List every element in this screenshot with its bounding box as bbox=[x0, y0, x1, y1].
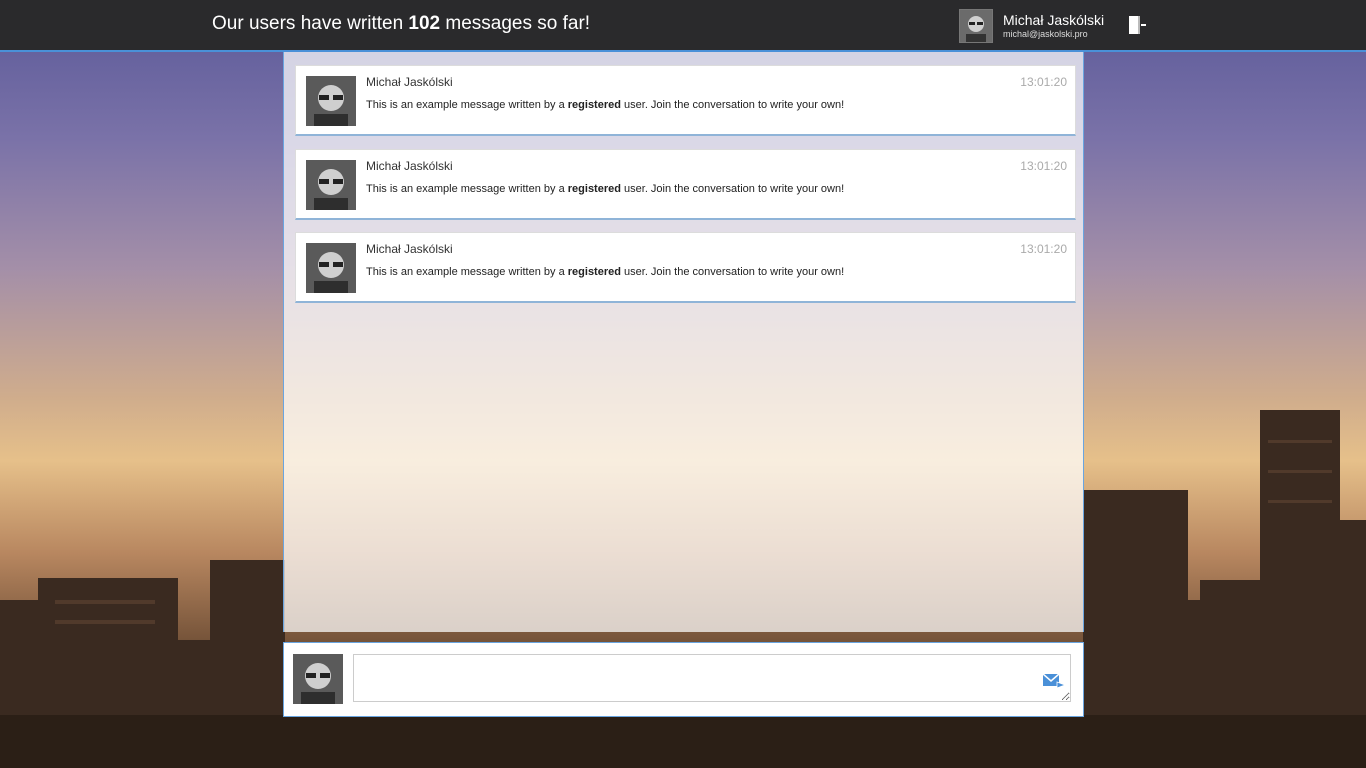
message-text-before: This is an example message written by a bbox=[366, 266, 565, 278]
message-text-bold: registered bbox=[567, 183, 621, 195]
avatar-photo-icon bbox=[306, 76, 356, 126]
current-user-name: Michał Jaskólski bbox=[1003, 12, 1105, 28]
message-text-after: user. Join the conversation to write you… bbox=[624, 183, 845, 195]
message-panel[interactable]: Michał Jaskólski 13:01:20 This is an exa… bbox=[283, 52, 1084, 632]
message-text-bold: registered bbox=[567, 266, 621, 278]
message-text-after: user. Join the conversation to write you… bbox=[624, 99, 845, 111]
message-item: Michał Jaskólski 13:01:20 This is an exa… bbox=[295, 65, 1076, 136]
logout-button[interactable] bbox=[1127, 14, 1147, 36]
avatar-photo-icon bbox=[306, 160, 356, 210]
send-button[interactable] bbox=[1042, 673, 1067, 689]
message-author: Michał Jaskólski bbox=[366, 75, 453, 89]
message-text: This is an example message written by a … bbox=[366, 99, 844, 111]
avatar-photo-icon bbox=[960, 10, 992, 42]
send-mail-icon bbox=[1042, 673, 1067, 689]
current-user-avatar[interactable] bbox=[959, 9, 993, 43]
message-input[interactable] bbox=[353, 654, 1071, 702]
message-composer bbox=[283, 642, 1084, 717]
message-author-avatar bbox=[306, 243, 356, 293]
message-count: 102 bbox=[408, 13, 441, 34]
headline-suffix: messages so far! bbox=[445, 13, 591, 34]
message-time: 13:01:20 bbox=[1020, 159, 1067, 173]
current-user-email: michal@jaskolski.pro bbox=[1003, 29, 1088, 39]
message-text-before: This is an example message written by a bbox=[366, 99, 565, 111]
avatar-photo-icon bbox=[306, 243, 356, 293]
message-text: This is an example message written by a … bbox=[366, 266, 844, 278]
message-text-before: This is an example message written by a bbox=[366, 183, 565, 195]
message-item: Michał Jaskólski 13:01:20 This is an exa… bbox=[295, 232, 1076, 303]
message-text-bold: registered bbox=[567, 99, 621, 111]
message-author-avatar bbox=[306, 76, 356, 126]
message-count-headline: Our users have written 102 messages so f… bbox=[212, 13, 590, 35]
headline-prefix: Our users have written bbox=[212, 13, 404, 34]
message-item: Michał Jaskólski 13:01:20 This is an exa… bbox=[295, 149, 1076, 220]
top-bar: Our users have written 102 messages so f… bbox=[0, 0, 1366, 52]
logout-door-icon bbox=[1129, 16, 1146, 34]
message-time: 13:01:20 bbox=[1020, 75, 1067, 89]
message-author: Michał Jaskólski bbox=[366, 159, 453, 173]
composer-user-avatar bbox=[293, 654, 343, 704]
message-author-avatar bbox=[306, 160, 356, 210]
avatar-photo-icon bbox=[293, 654, 343, 704]
message-text: This is an example message written by a … bbox=[366, 183, 844, 195]
message-time: 13:01:20 bbox=[1020, 242, 1067, 256]
message-author: Michał Jaskólski bbox=[366, 242, 453, 256]
message-text-after: user. Join the conversation to write you… bbox=[624, 266, 845, 278]
